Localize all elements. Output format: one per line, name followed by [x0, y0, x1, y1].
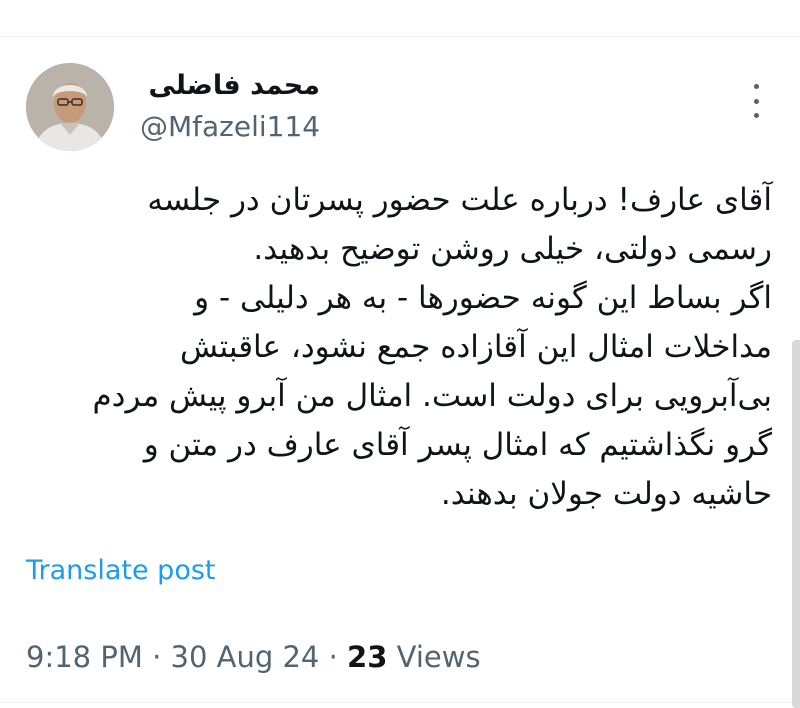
tweet-meta: 9:18 PM · 30 Aug 24 · 23 Views [26, 637, 481, 677]
tweet-text-line: مداخلات امثال این آقازاده جمع نشود، عاقب… [179, 329, 772, 365]
tweet-text: آقای عارف! درباره علت حضور پسرتان در جلس… [20, 176, 772, 519]
avatar-photo [26, 63, 114, 151]
tweet-text-line: رسمی دولتی، خیلی روشن توضیح بدهید. [253, 231, 772, 267]
meta-separator: · [328, 640, 338, 674]
tweet-time[interactable]: 9:18 PM [26, 640, 143, 674]
avatar[interactable] [26, 63, 114, 151]
translate-post-link[interactable]: Translate post [26, 553, 216, 589]
more-dot [753, 113, 759, 118]
author-display-name[interactable]: محمد فاضلی [140, 70, 320, 102]
tweet-text-line: آقای عارف! درباره علت حضور پسرتان در جلس… [147, 182, 772, 218]
top-divider [0, 36, 800, 37]
tweet-date[interactable]: 30 Aug 24 [171, 640, 320, 674]
author-handle[interactable]: @Mfazeli114 [140, 110, 320, 144]
tweet-text-line: بی‌آبرویی برای دولت است. امثال من آبرو پ… [92, 378, 772, 414]
scrollbar[interactable] [792, 340, 800, 708]
views-count[interactable]: 23 [347, 640, 387, 674]
tweet-text-line: گرو نگذاشتیم که امثال پسر آقای عارف در م… [143, 427, 772, 463]
more-dot [753, 98, 759, 104]
tweet-text-line: حاشیه دولت جولان بدهند. [440, 476, 772, 512]
more-dot [753, 84, 759, 89]
meta-separator: · [152, 640, 162, 674]
tweet-text-line: اگر بساط این گونه حضورها - به هر دلیلی -… [194, 280, 772, 316]
views-label: Views [396, 640, 481, 674]
more-vertical-icon[interactable] [748, 84, 764, 118]
bottom-divider [0, 702, 800, 703]
